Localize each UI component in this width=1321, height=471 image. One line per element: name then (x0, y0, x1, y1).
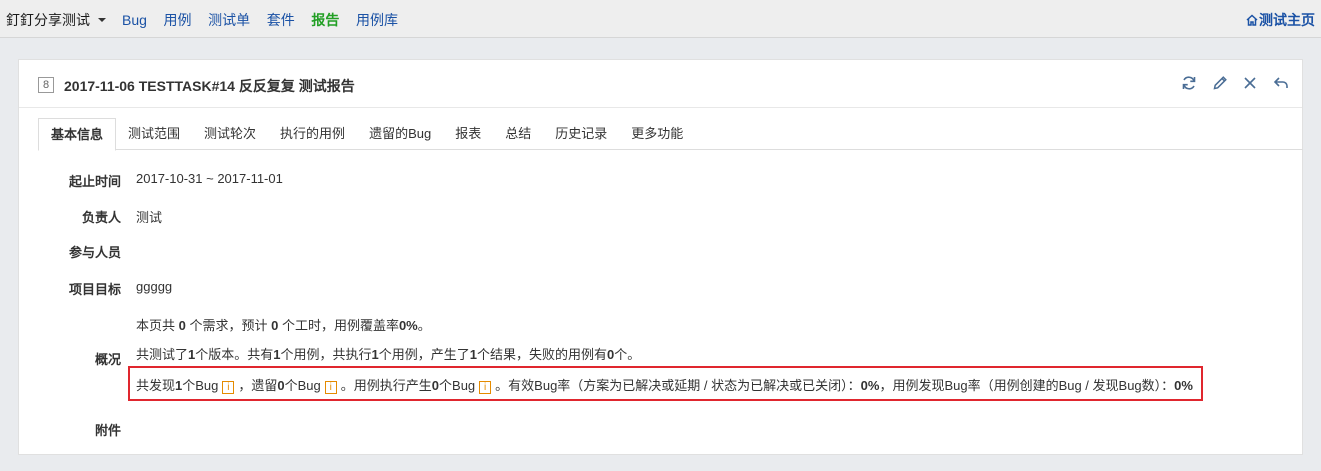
caret-down-icon (98, 18, 106, 23)
tab-summary[interactable]: 总结 (493, 118, 543, 150)
members-label: 参与人员 (68, 245, 121, 260)
test-home-label: 测试主页 (1259, 12, 1315, 28)
owner-value: 测试 (136, 210, 163, 225)
panel-header: 8 2017-11-06 TESTTASK#14 反反复复 测试报告 (19, 60, 1302, 108)
delete-button[interactable] (1241, 74, 1259, 92)
goal-value: ggggg (136, 279, 173, 294)
attachments-label: 附件 (94, 423, 121, 438)
nav-report[interactable]: 报告 (311, 12, 339, 28)
product-switcher[interactable]: 釘釘分享测试 (6, 10, 106, 30)
period-value: 2017-10-31 ~ 2017-11-01 (136, 171, 283, 186)
tab-test-scope[interactable]: 测试范围 (116, 118, 192, 150)
tab-history[interactable]: 历史记录 (543, 118, 619, 150)
period-label: 起止时间 (68, 174, 121, 189)
product-name: 釘釘分享测试 (6, 12, 90, 28)
report-tabs: 基本信息 测试范围 测试轮次 执行的用例 遗留的Bug 报表 总结 历史记录 更… (38, 118, 1303, 151)
overview-line-3: 共发现1个Bug i ，遗留0个Bug i 。用例执行产生0个Bug i 。有效Bug率（方… (136, 378, 1193, 394)
report-id-badge: 8 (38, 77, 54, 93)
tab-more[interactable]: 更多功能 (619, 118, 695, 150)
tab-remaining-bugs[interactable]: 遗留的Bug (357, 118, 443, 150)
remaining-bugs-link-icon[interactable]: i (324, 381, 337, 394)
owner-label: 负责人 (81, 210, 121, 225)
main-nav: Bug 用例 测试单 套件 报告 用例库 (122, 10, 411, 30)
report-panel: 8 2017-11-06 TESTTASK#14 反反复复 测试报告 基本信息 … (18, 59, 1303, 455)
back-arrow-icon (1273, 77, 1288, 88)
overview-line-2: 共测试了1个版本。共有1个用例，共执行1个用例，产生了1个结果，失败的用例有0个… (136, 347, 641, 362)
refresh-icon (1182, 76, 1196, 90)
nav-case[interactable]: 用例 (164, 12, 192, 28)
home-icon (1246, 14, 1258, 26)
pencil-icon (1213, 76, 1227, 90)
case-bugs-link-icon[interactable]: i (479, 381, 492, 394)
nav-testtask[interactable]: 测试单 (208, 12, 250, 28)
nav-caselib[interactable]: 用例库 (356, 12, 398, 28)
back-button[interactable] (1272, 74, 1290, 92)
edit-button[interactable] (1211, 74, 1229, 92)
top-navbar: 釘釘分享测试 Bug 用例 测试单 套件 报告 用例库 测试主页 (0, 0, 1321, 38)
nav-bug[interactable]: Bug (122, 12, 147, 28)
tab-basic-info[interactable]: 基本信息 (38, 118, 117, 151)
nav-suite[interactable]: 套件 (267, 12, 295, 28)
found-bugs-link-icon[interactable]: i (222, 381, 235, 394)
overview-line-1: 本页共 0 个需求，预计 0 个工时，用例覆盖率0%。 (136, 318, 431, 333)
close-icon (1244, 77, 1256, 89)
overview-label: 概况 (94, 352, 121, 367)
tab-executed-cases[interactable]: 执行的用例 (268, 118, 357, 150)
page-title: 2017-11-06 TESTTASK#14 反反复复 测试报告 (64, 78, 355, 94)
tab-test-rounds[interactable]: 测试轮次 (192, 118, 268, 150)
tab-charts[interactable]: 报表 (443, 118, 493, 150)
refresh-button[interactable] (1180, 74, 1198, 92)
test-home-link[interactable]: 测试主页 (1246, 10, 1315, 30)
goal-label: 项目目标 (68, 282, 121, 297)
header-actions (1171, 74, 1290, 95)
